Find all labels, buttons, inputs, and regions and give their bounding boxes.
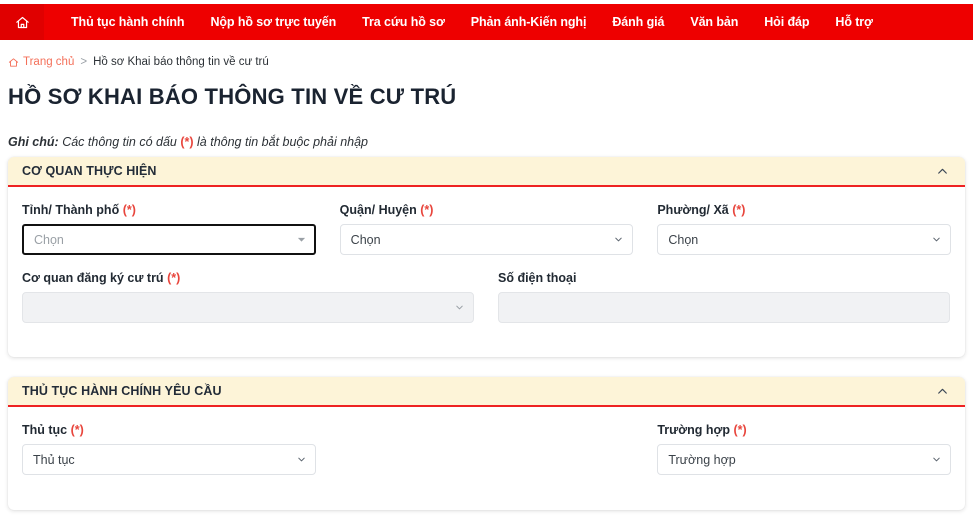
section-header-procedure[interactable]: THỦ TỤC HÀNH CHÍNH YÊU CẦU: [8, 377, 965, 407]
select-ward-value: Chọn: [668, 233, 698, 247]
home-icon: [15, 15, 30, 30]
select-case[interactable]: Trường hợp: [657, 444, 951, 475]
label-district-text: Quận/ Huyện: [340, 203, 417, 217]
control-procedure: Thủ tục: [22, 444, 316, 475]
section-card-procedure: THỦ TỤC HÀNH CHÍNH YÊU CẦU Thủ tục (*) T…: [8, 377, 965, 510]
field-phone: Số điện thoại: [498, 271, 950, 323]
select-case-value: Trường hợp: [668, 453, 735, 467]
field-registration-office: Cơ quan đăng ký cư trú (*): [22, 271, 474, 323]
label-procedure-text: Thủ tục: [22, 423, 67, 437]
note-text-after: là thông tin bắt buộc phải nhập: [197, 135, 368, 149]
label-procedure: Thủ tục (*): [22, 423, 316, 437]
form-row-location: Tỉnh/ Thành phố (*) Chọn Quận/ H: [22, 203, 951, 255]
label-procedure-required: (*): [71, 423, 84, 437]
control-phone: [498, 292, 950, 323]
form-row-procedure: Thủ tục (*) Thủ tục Tr: [22, 423, 951, 475]
label-province: Tỉnh/ Thành phố (*): [22, 203, 316, 217]
nav-item-phan-anh-kien-nghi[interactable]: Phản ánh-Kiến nghị: [458, 4, 600, 40]
select-procedure[interactable]: Thủ tục: [22, 444, 316, 475]
nav-item-danh-gia[interactable]: Đánh giá: [599, 4, 677, 40]
form-note: Ghi chú: Các thông tin có dấu (*) là thô…: [8, 135, 368, 149]
label-ward-required: (*): [732, 203, 745, 217]
section-title-procedure: THỦ TỤC HÀNH CHÍNH YÊU CẦU: [22, 384, 222, 398]
label-province-required: (*): [123, 203, 136, 217]
chevron-up-icon[interactable]: [933, 162, 951, 180]
control-case: Trường hợp: [657, 444, 951, 475]
label-registration-office-text: Cơ quan đăng ký cư trú: [22, 271, 164, 285]
select-registration-office[interactable]: [22, 292, 474, 323]
chevron-up-icon[interactable]: [933, 382, 951, 400]
control-registration-office: [22, 292, 474, 323]
label-phone-text: Số điện thoại: [498, 271, 576, 285]
label-registration-office-required: (*): [167, 271, 180, 285]
field-procedure: Thủ tục (*) Thủ tục: [22, 423, 316, 475]
nav-item-thu-tuc-hanh-chinh[interactable]: Thủ tục hành chính: [58, 4, 197, 40]
nav-item-hoi-dap[interactable]: Hỏi đáp: [751, 4, 822, 40]
note-required-asterisk: (*): [180, 135, 193, 149]
page-title: HỒ SƠ KHAI BÁO THÔNG TIN VỀ CƯ TRÚ: [8, 84, 456, 110]
nav-item-van-ban[interactable]: Văn bản: [677, 4, 751, 40]
section-body-procedure: Thủ tục (*) Thủ tục Tr: [8, 407, 965, 475]
select-procedure-value: Thủ tục: [33, 453, 75, 467]
nav-item-tra-cuu-ho-so[interactable]: Tra cứu hồ sơ: [349, 4, 458, 40]
select-district-value: Chọn: [351, 233, 381, 247]
select-district[interactable]: Chọn: [340, 224, 634, 255]
section-card-agency: CƠ QUAN THỰC HIỆN Tỉnh/ Thành phố (*) Ch…: [8, 157, 965, 357]
input-phone[interactable]: [498, 292, 950, 323]
nav-link-list: Thủ tục hành chính Nộp hồ sơ trực tuyến …: [44, 4, 886, 40]
control-ward: Chọn: [657, 224, 951, 255]
nav-item-nop-ho-so-truc-tuyen[interactable]: Nộp hồ sơ trực tuyến: [197, 4, 349, 40]
control-province: Chọn: [22, 224, 316, 255]
field-district: Quận/ Huyện (*) Chọn: [340, 203, 634, 255]
breadcrumb-separator: >: [80, 56, 87, 68]
field-case: Trường hợp (*) Trường hợp: [657, 423, 951, 475]
breadcrumb-home-link[interactable]: Trang chủ: [23, 56, 74, 68]
label-province-text: Tỉnh/ Thành phố: [22, 203, 119, 217]
section-title-agency: CƠ QUAN THỰC HIỆN: [22, 164, 157, 178]
note-prefix: Ghi chú:: [8, 135, 59, 149]
label-case-text: Trường hợp: [657, 423, 730, 437]
note-text-before: Các thông tin có dấu: [62, 135, 177, 149]
label-case: Trường hợp (*): [657, 423, 951, 437]
field-ward: Phường/ Xã (*) Chọn: [657, 203, 951, 255]
select-province-value: Chọn: [34, 233, 64, 247]
form-row-office: Cơ quan đăng ký cư trú (*) Số đ: [22, 271, 951, 323]
control-district: Chọn: [340, 224, 634, 255]
breadcrumb-current-page: Hồ sơ Khai báo thông tin về cư trú: [93, 56, 269, 68]
home-outline-icon: [8, 57, 19, 68]
nav-home-button[interactable]: [0, 4, 44, 40]
label-registration-office: Cơ quan đăng ký cư trú (*): [22, 271, 474, 285]
section-body-agency: Tỉnh/ Thành phố (*) Chọn Quận/ H: [8, 187, 965, 323]
main-navigation: Thủ tục hành chính Nộp hồ sơ trực tuyến …: [0, 4, 973, 40]
page-root: Thủ tục hành chính Nộp hồ sơ trực tuyến …: [0, 0, 973, 525]
label-phone: Số điện thoại: [498, 271, 950, 285]
nav-item-ho-tro[interactable]: Hỗ trợ: [822, 4, 885, 40]
select-ward[interactable]: Chọn: [657, 224, 951, 255]
select-province[interactable]: Chọn: [22, 224, 316, 255]
label-district-required: (*): [420, 203, 433, 217]
label-ward-text: Phường/ Xã: [657, 203, 728, 217]
field-province: Tỉnh/ Thành phố (*) Chọn: [22, 203, 316, 255]
label-case-required: (*): [733, 423, 746, 437]
label-ward: Phường/ Xã (*): [657, 203, 951, 217]
section-header-agency[interactable]: CƠ QUAN THỰC HIỆN: [8, 157, 965, 187]
field-spacer: [340, 423, 634, 475]
label-district: Quận/ Huyện (*): [340, 203, 634, 217]
breadcrumb: Trang chủ > Hồ sơ Khai báo thông tin về …: [8, 56, 269, 68]
